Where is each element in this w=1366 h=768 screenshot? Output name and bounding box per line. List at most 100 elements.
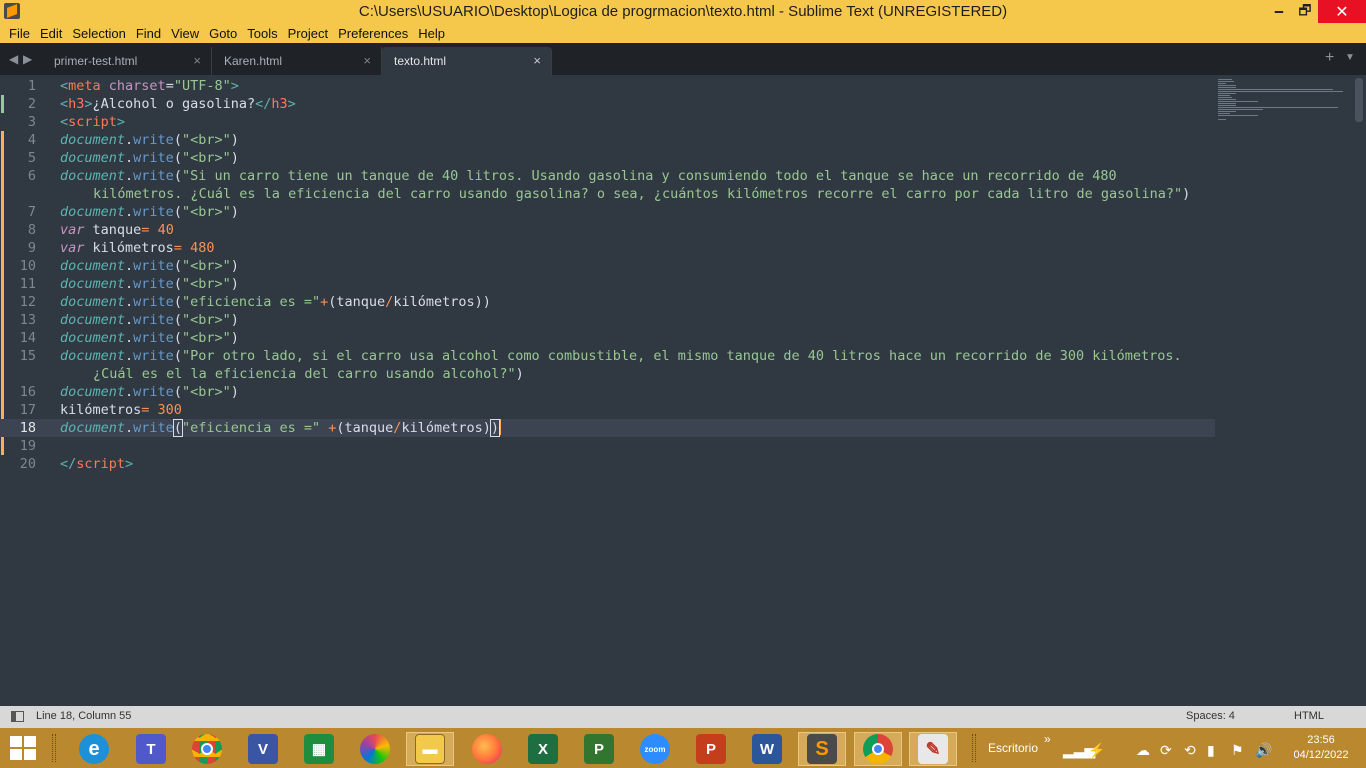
new-tab-icon[interactable]: + (1325, 49, 1334, 67)
menu-project[interactable]: Project (283, 26, 333, 41)
menu-goto[interactable]: Goto (204, 26, 242, 41)
menu-help[interactable]: Help (413, 26, 450, 41)
toolbar-chevron-icon[interactable]: » (1044, 732, 1051, 746)
project-icon[interactable]: P (575, 732, 623, 766)
menu-find[interactable]: Find (131, 26, 166, 41)
chrome-icon[interactable] (183, 732, 231, 766)
chrome-profile-icon[interactable] (854, 732, 902, 766)
file-explorer-icon[interactable]: ▬ (406, 732, 454, 766)
menu-bar: File Edit Selection Find View Goto Tools… (0, 23, 1366, 43)
word-icon[interactable]: W (743, 732, 791, 766)
code-line: 2 <h3>¿Alcohol o gasolina?</h3> (0, 95, 1215, 113)
minimap[interactable] (1218, 78, 1353, 124)
code-line: 3 <script> (0, 113, 1215, 131)
line-number: 18 (19, 420, 36, 436)
clock-time: 23:56 (1307, 734, 1335, 746)
menu-view[interactable]: View (166, 26, 204, 41)
tab-texto[interactable]: texto.html × (382, 47, 552, 75)
toggle-sidebar-icon[interactable] (11, 711, 24, 722)
code-line: 11 document.write("<br>") (0, 275, 1215, 293)
line-number: 5 (27, 150, 36, 166)
tab-primer-test[interactable]: primer-test.html × (42, 47, 212, 75)
title-bar: C:\Users\USUARIO\Desktop\Logica de progr… (0, 0, 1366, 23)
code-line: 16 document.write("<br>") (0, 383, 1215, 401)
windows-start-icon[interactable] (10, 736, 38, 762)
tab-close-icon[interactable]: × (193, 53, 201, 68)
sync-icon[interactable]: ⟳ (1160, 742, 1172, 759)
menu-selection[interactable]: Selection (67, 26, 130, 41)
line-number: 19 (19, 438, 36, 454)
line-number: 12 (19, 294, 36, 310)
line-number: 14 (19, 330, 36, 346)
menu-preferences[interactable]: Preferences (333, 26, 413, 41)
menu-tools[interactable]: Tools (242, 26, 282, 41)
tab-close-icon[interactable]: × (533, 53, 541, 68)
cursor-position[interactable]: Line 18, Column 55 (36, 710, 131, 722)
alert-flag-icon[interactable]: ⚑ (1231, 742, 1244, 759)
line-number: 20 (19, 456, 36, 472)
menu-edit[interactable]: Edit (35, 26, 67, 41)
code-line: 15 document.write("Por otro lado, si el … (0, 347, 1215, 365)
code-line: 13 document.write("<br>") (0, 311, 1215, 329)
line-number: 10 (19, 258, 36, 274)
code-line: 14 document.write("<br>") (0, 329, 1215, 347)
volume-icon[interactable]: 🔊 (1255, 742, 1272, 759)
clock-date: 04/12/2022 (1293, 749, 1349, 761)
line-number: 15 (19, 348, 36, 364)
firefox-icon[interactable] (463, 732, 511, 766)
taskbar-separator (52, 734, 56, 762)
updates-icon[interactable]: ⟲ (1184, 742, 1196, 759)
maximize-button[interactable]: 🗗 (1290, 0, 1320, 23)
code-editor[interactable]: 1 <meta charset="UTF-8"> 2 <h3>¿Alcohol … (0, 75, 1366, 706)
close-button[interactable]: ✕ (1318, 0, 1366, 23)
line-number: 7 (27, 204, 36, 220)
line-number: 1 (27, 78, 36, 94)
zoom-icon[interactable]: zoom (631, 732, 679, 766)
tab-prev-icon[interactable]: ◀ (9, 52, 18, 66)
tab-label: primer-test.html (54, 54, 138, 68)
visio-icon[interactable]: V (239, 732, 287, 766)
sublime-text-icon[interactable]: S (798, 732, 846, 766)
code-line: 1 <meta charset="UTF-8"> (0, 77, 1215, 95)
tab-next-icon[interactable]: ▶ (23, 52, 32, 66)
code-line: 17 kilómetros= 300 (0, 401, 1215, 419)
vertical-scrollbar[interactable] (1355, 78, 1363, 122)
paint-icon[interactable]: ✎ (909, 732, 957, 766)
network-icon[interactable]: ⚡ (1088, 742, 1105, 759)
text-cursor (498, 419, 501, 435)
tab-label: Karen.html (224, 54, 283, 68)
line-number: 17 (19, 402, 36, 418)
tab-close-icon[interactable]: × (363, 53, 371, 68)
taskbar: e T V ▦ ▬ X P zoom P W S ✎ Escritorio » … (0, 728, 1366, 768)
status-bar: Line 18, Column 55 Spaces: 4 HTML (0, 706, 1366, 728)
indentation-setting[interactable]: Spaces: 4 (1186, 710, 1235, 722)
powerpoint-icon[interactable]: P (687, 732, 735, 766)
system-clock[interactable]: 23:56 04/12/2022 (1288, 733, 1354, 763)
paint-3d-icon[interactable] (351, 732, 399, 766)
line-number: 13 (19, 312, 36, 328)
internet-explorer-icon[interactable]: e (70, 732, 118, 766)
code-line: 4 document.write("<br>") (0, 131, 1215, 149)
tab-dropdown-icon[interactable]: ▼ (1345, 52, 1355, 63)
tab-karen[interactable]: Karen.html × (212, 47, 382, 75)
line-number: 6 (27, 168, 36, 184)
line-number: 9 (27, 240, 36, 256)
excel-icon[interactable]: X (519, 732, 567, 766)
battery-icon[interactable]: ▮ (1207, 742, 1215, 759)
line-number: 3 (27, 114, 36, 130)
line-number: 4 (27, 132, 36, 148)
menu-file[interactable]: File (4, 26, 35, 41)
code-line: 6 document.write("Si un carro tiene un t… (0, 167, 1215, 185)
code-line: 9 var kilómetros= 480 (0, 239, 1215, 257)
code-line: 20 </script> (0, 455, 1215, 473)
line-number: 16 (19, 384, 36, 400)
code-line: 8 var tanque= 40 (0, 221, 1215, 239)
code-line-wrap: kilómetros. ¿Cuál es la eficiencia del c… (93, 186, 1191, 202)
cloud-icon[interactable]: ☁ (1136, 742, 1150, 759)
desktop-toolbar-label[interactable]: Escritorio (988, 741, 1038, 755)
code-line: 5 document.write("<br>") (0, 149, 1215, 167)
excel-store-icon[interactable]: ▦ (295, 732, 343, 766)
syntax-setting[interactable]: HTML (1294, 710, 1324, 722)
teams-icon[interactable]: T (127, 732, 175, 766)
code-line: 10 document.write("<br>") (0, 257, 1215, 275)
